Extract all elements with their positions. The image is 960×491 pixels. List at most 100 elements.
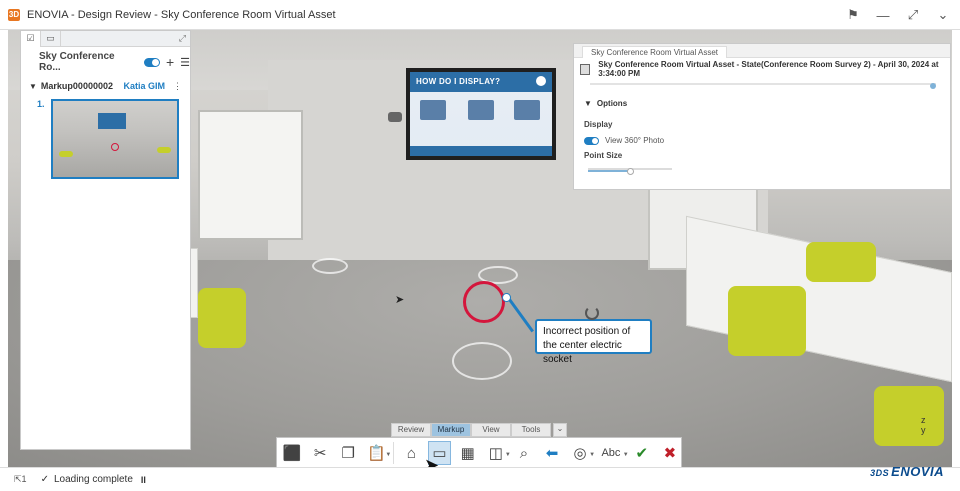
view-360-label: View 360° Photo: [605, 136, 665, 145]
options-collapse-icon[interactable]: ▼: [584, 99, 592, 108]
panel-tab-icon[interactable]: ▭: [41, 30, 61, 47]
status-bar: ⇱1 ✓ Loading complete II: [0, 467, 960, 491]
save-markup-icon[interactable]: ✔: [631, 441, 653, 465]
text-abc-icon[interactable]: Abc ▼: [597, 441, 628, 465]
point-size-slider[interactable]: [588, 168, 672, 175]
display-label: Display: [584, 120, 613, 129]
tab-view[interactable]: View: [471, 423, 511, 437]
user-share-icon[interactable]: ⚑: [846, 7, 860, 23]
selection-count[interactable]: ⇱1: [14, 474, 27, 485]
grid-markup-icon[interactable]: ▦: [457, 441, 479, 465]
timeline-slider[interactable]: [590, 83, 936, 89]
back-arrow-icon[interactable]: ⬅: [541, 441, 563, 465]
scene-tv: HOW DO I DISPLAY?: [406, 68, 556, 160]
info-panel-header: Sky Conference Room Virtual Asset: [574, 44, 950, 58]
state-row: Sky Conference Room Virtual Asset - Stat…: [574, 58, 950, 80]
markup-name: Markup00000002: [40, 81, 113, 91]
scene-chair: [806, 242, 876, 282]
paste-icon[interactable]: 📋 ▼: [365, 441, 391, 465]
selection-count-value: 1: [21, 474, 27, 484]
view-360-row: View 360° Photo: [574, 136, 950, 145]
panel-header: Sky Conference Ro... + ☰: [21, 47, 190, 77]
circle-glyph: ◎: [573, 445, 587, 462]
toolbar-tabs: Review Markup View Tools ⌄: [391, 423, 567, 437]
point-size-label: Point Size: [584, 151, 623, 160]
capture-3d-icon[interactable]: ⬛: [281, 441, 303, 465]
markup-panel: ☑ ▭ ⤢ Sky Conference Ro... + ☰ ▼ Markup0…: [20, 30, 191, 450]
thumbnail-chair: [59, 151, 73, 157]
view-360-toggle[interactable]: [584, 136, 599, 145]
add-icon[interactable]: +: [166, 54, 174, 70]
minimize-icon[interactable]: —: [876, 8, 890, 23]
home-icon[interactable]: ⌂: [400, 441, 422, 465]
zoom-section-icon[interactable]: ⌕: [513, 441, 535, 465]
callout-anchor[interactable]: [502, 293, 511, 302]
section-glyph: ◫: [488, 445, 503, 462]
markup-circle[interactable]: [463, 281, 505, 323]
chevron-down-icon[interactable]: ⌄: [936, 7, 950, 23]
more-options-icon[interactable]: ⋮: [173, 81, 182, 92]
markup-thumbnail[interactable]: [51, 99, 179, 179]
expand-icon[interactable]: ⤢: [179, 33, 186, 44]
app-logo-icon: 3D: [8, 8, 20, 21]
markup-row[interactable]: ▼ Markup00000002 Katia GIM ⋮: [21, 77, 190, 95]
scene-chair: [198, 288, 246, 348]
info-panel-tab[interactable]: Sky Conference Room Virtual Asset: [582, 46, 728, 58]
tab-tools[interactable]: Tools: [511, 423, 551, 437]
floor-marker: [452, 342, 512, 380]
pause-icon[interactable]: II: [141, 475, 146, 485]
toolbar-collapse-icon[interactable]: ⌄: [553, 423, 567, 437]
maximize-icon[interactable]: ⤢: [906, 7, 920, 23]
markup-callout[interactable]: Incorrect position of the center electri…: [535, 319, 652, 365]
pointer-cursor-icon: ➤: [395, 294, 405, 306]
dropdown-caret-icon: ▼: [622, 452, 629, 458]
thumbnail-tv: [98, 113, 126, 129]
point-size-fill: [588, 170, 630, 172]
brand-name: ENOVIA: [891, 464, 944, 479]
options-section[interactable]: ▼ Options: [574, 99, 950, 108]
dropdown-caret-icon: ▼: [385, 452, 392, 458]
visibility-toggle[interactable]: [143, 57, 160, 67]
rotate-icon[interactable]: [585, 306, 599, 320]
tv-screen: HOW DO I DISPLAY?: [410, 72, 552, 156]
scene-chair: [874, 386, 944, 446]
markup-list-item[interactable]: 1.: [21, 95, 190, 179]
scene-whiteboard-left: [198, 110, 303, 240]
timeline-track: [590, 83, 936, 85]
thumbnail-chair: [157, 147, 171, 153]
status-text: Loading complete: [53, 474, 133, 485]
compass-axes: zy: [921, 415, 926, 435]
copy-icon[interactable]: ❐: [337, 441, 359, 465]
window-titlebar: 3D ENOVIA - Design Review - Sky Conferen…: [0, 0, 960, 30]
toolbar-separator: [393, 442, 395, 464]
scene-chair: [728, 286, 806, 356]
asset-cube-icon: [580, 63, 591, 75]
dropdown-caret-icon: ▼: [504, 452, 511, 458]
menu-icon[interactable]: ☰: [180, 56, 190, 69]
dropdown-caret-icon: ▼: [589, 452, 596, 458]
tab-markup[interactable]: Markup: [431, 423, 471, 437]
tv-footer: [410, 146, 552, 156]
abc-glyph: Abc: [601, 447, 621, 459]
cut-icon[interactable]: ✂: [309, 441, 331, 465]
asset-info-panel: Sky Conference Room Virtual Asset Sky Co…: [573, 43, 951, 190]
ds-logo-icon: 3DS: [870, 468, 890, 478]
delete-markup-icon[interactable]: ✖: [659, 441, 681, 465]
thumbnail-markup-circle: [111, 143, 119, 151]
section-icon[interactable]: ◫ ▼: [485, 441, 511, 465]
options-label: Options: [596, 99, 628, 108]
tv-device-icon: [420, 100, 446, 120]
point-size-knob[interactable]: [627, 168, 634, 175]
circle-target-icon[interactable]: ◎ ▼: [569, 441, 596, 465]
markup-item-number: 1.: [37, 99, 45, 109]
window-controls: ⚑ — ⤢ ⌄: [846, 0, 950, 30]
scene-camera: [388, 112, 402, 122]
timeline-knob[interactable]: [930, 83, 936, 89]
tab-review[interactable]: Review: [391, 423, 431, 437]
markup-user[interactable]: Katia GIM: [123, 81, 165, 91]
tree-tab-icon[interactable]: ☑: [21, 30, 41, 47]
collapse-triangle-icon[interactable]: ▼: [29, 82, 37, 91]
check-icon: ✓: [40, 474, 49, 485]
state-text: Sky Conference Room Virtual Asset - Stat…: [598, 60, 939, 78]
paste-glyph: 📋: [366, 445, 386, 462]
